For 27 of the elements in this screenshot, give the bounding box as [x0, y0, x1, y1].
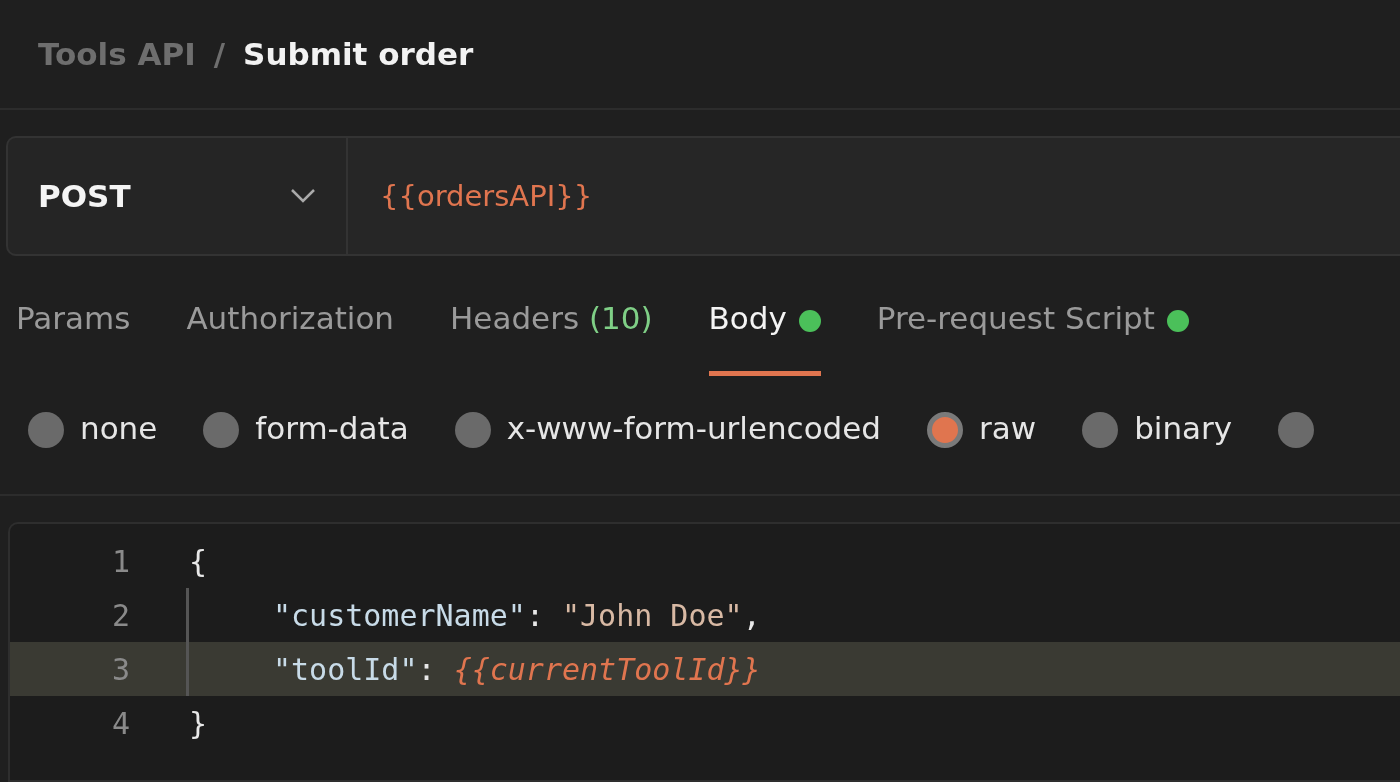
radio-button[interactable]	[927, 412, 964, 448]
line-number: 4	[110, 705, 131, 741]
request-tab[interactable]: Params	[16, 300, 131, 376]
radio-button[interactable]	[454, 412, 491, 448]
request-tab[interactable]: Body	[708, 300, 821, 376]
code-line: {	[188, 542, 208, 581]
line-number: 3	[110, 651, 131, 687]
code-line: }	[188, 704, 208, 743]
code-line: "toolId": {{currentToolId}}	[186, 642, 761, 696]
code-editor[interactable]: 1 { 2 "customerName": "John Doe", 3 "toolId": {{currentToolId}} 4 }	[8, 522, 1400, 782]
radio-button[interactable]	[1278, 412, 1315, 448]
request-tab[interactable]: Headers (10)	[450, 300, 653, 376]
radio-button[interactable]	[28, 412, 64, 448]
radio-label: none	[80, 410, 158, 446]
radio-label: form-data	[255, 410, 409, 446]
request-tab[interactable]: Pre-request Script	[876, 300, 1189, 376]
collection-name[interactable]: Tools API	[38, 36, 196, 72]
radio-label: binary	[1134, 410, 1233, 446]
request-name: Submit order	[243, 36, 474, 72]
breadcrumb-separator: /	[213, 36, 226, 72]
radio-button[interactable]	[1082, 412, 1119, 448]
request-tab[interactable]: Authorization	[186, 300, 395, 376]
radio-label: raw	[979, 410, 1037, 446]
line-number: 2	[110, 597, 131, 633]
line-number: 1	[110, 543, 131, 579]
radio-label: x-www-form-urlencoded	[506, 410, 882, 446]
radio-button[interactable]	[203, 412, 240, 448]
